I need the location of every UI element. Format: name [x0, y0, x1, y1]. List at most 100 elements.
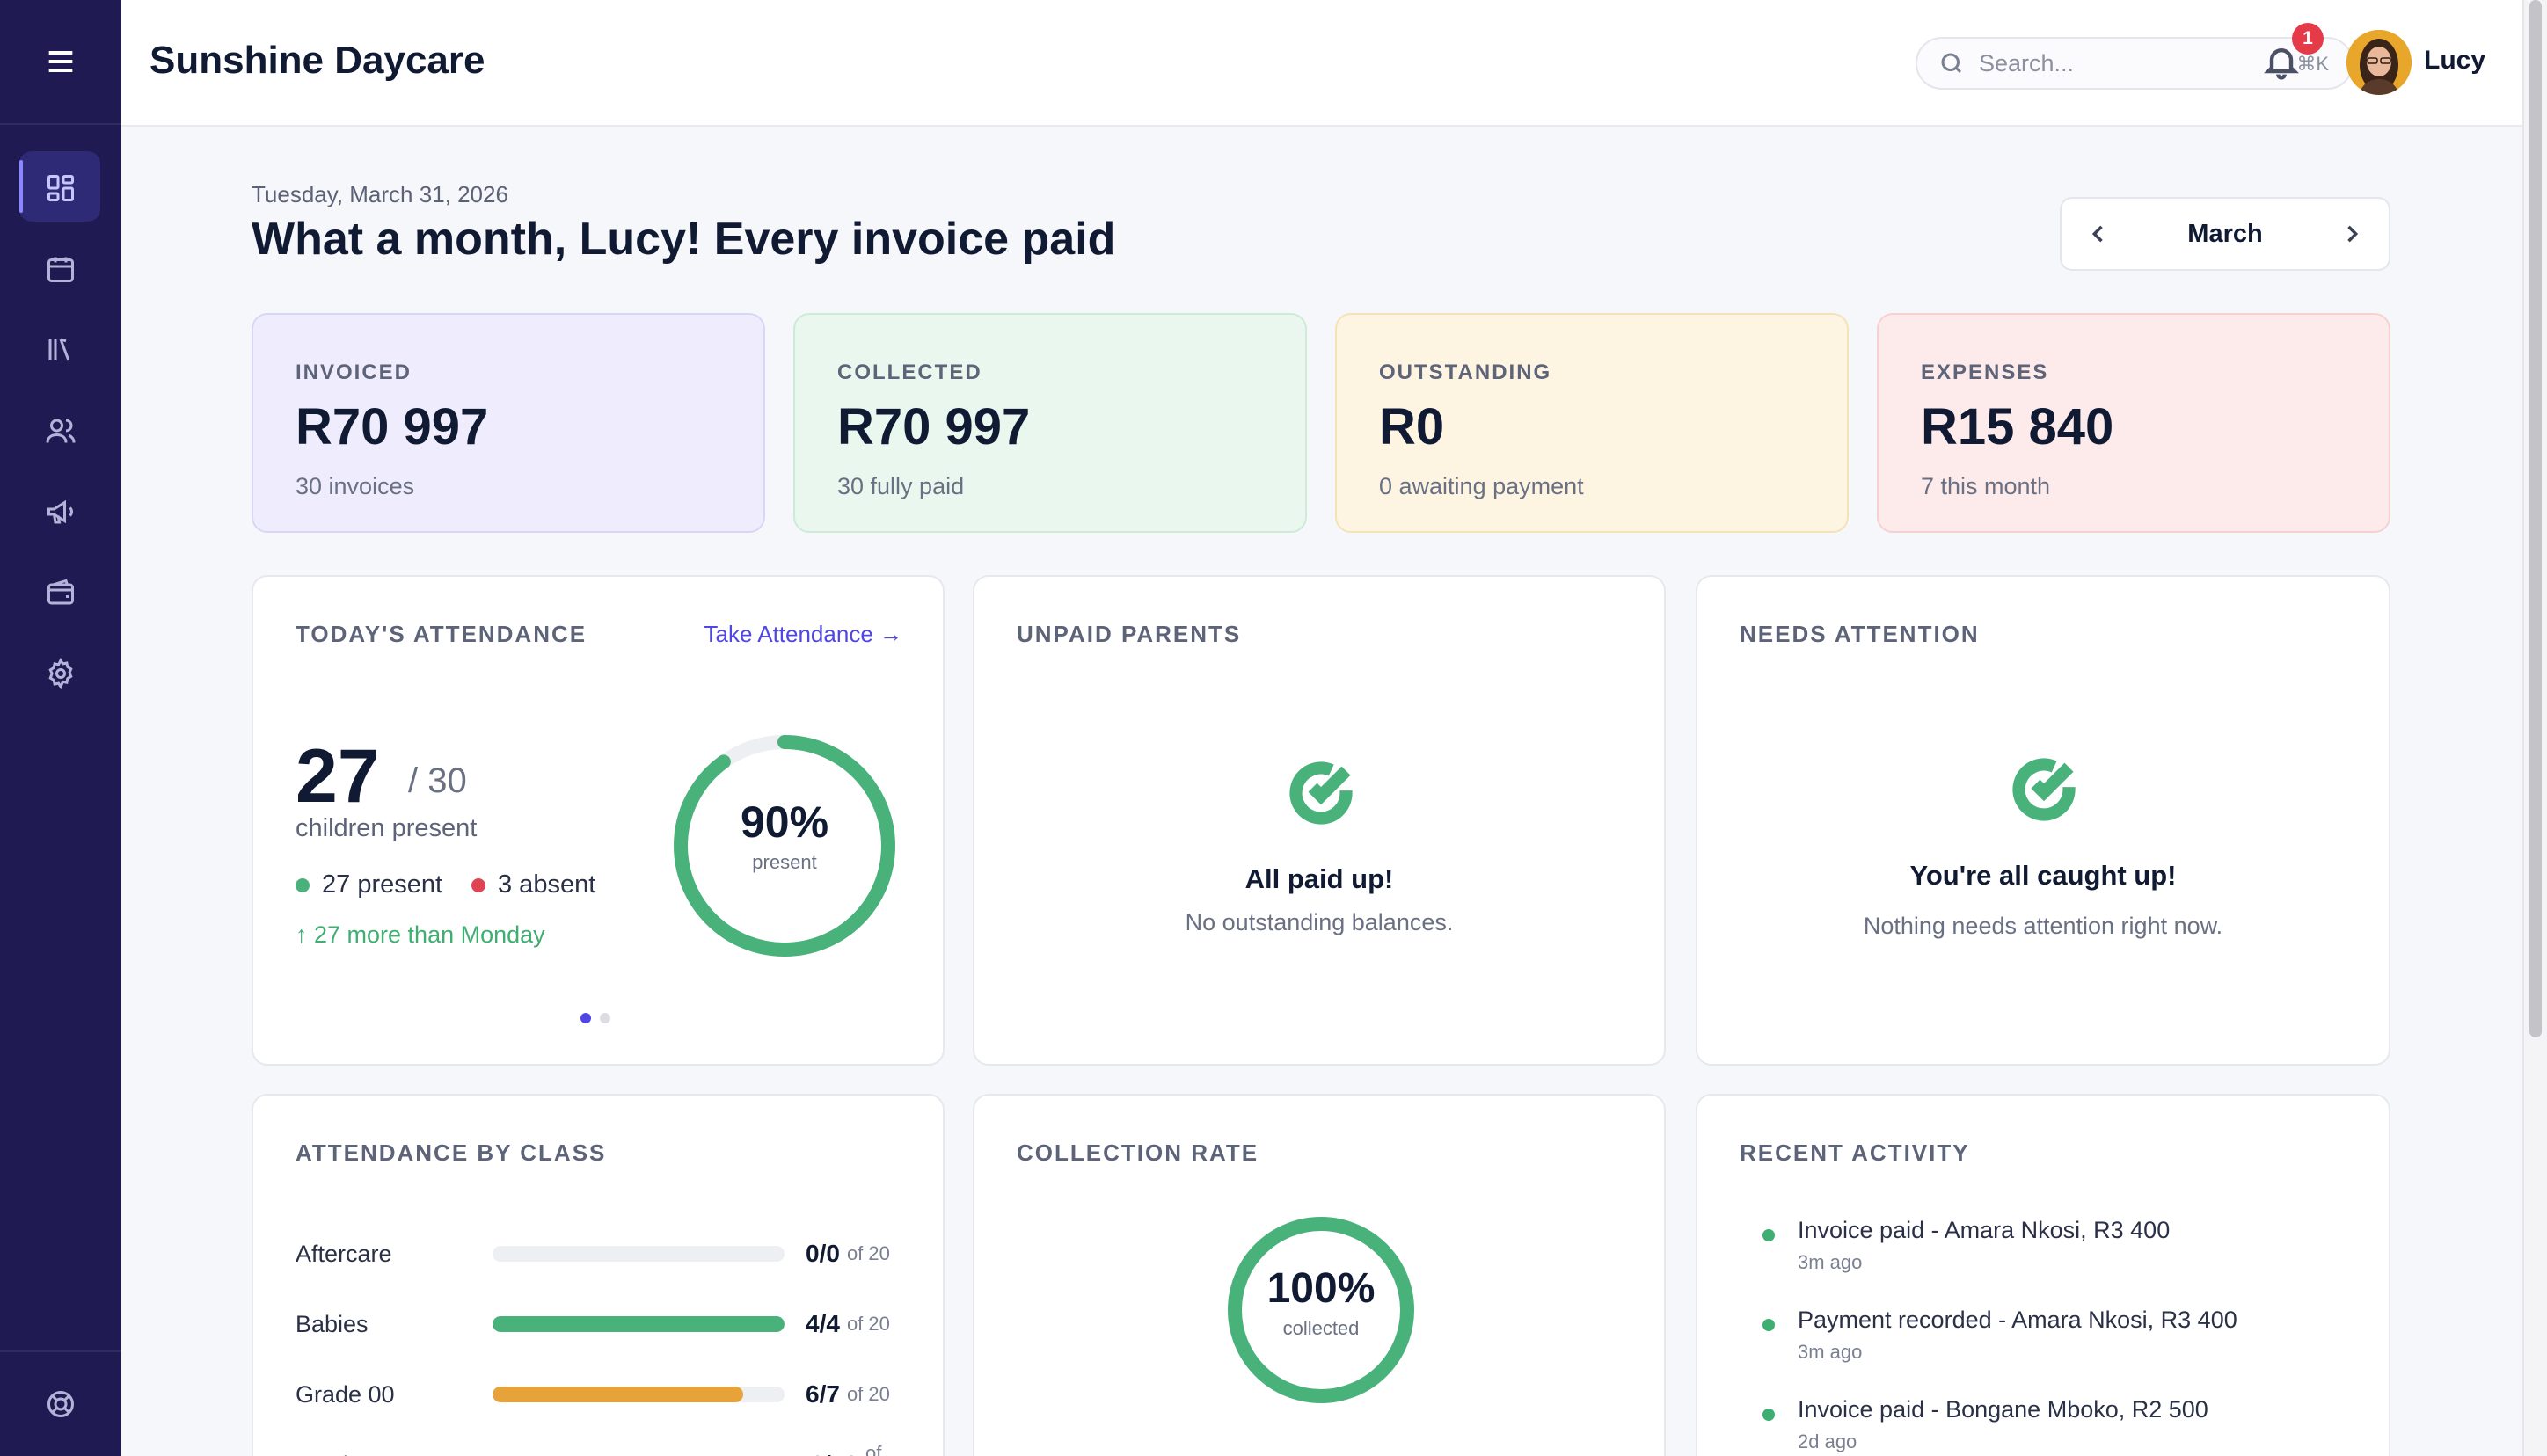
help-lifebuoy-icon: [47, 1391, 74, 1417]
activity-time: 2d ago: [1798, 1431, 1857, 1452]
green-dot-icon: [1762, 1409, 1775, 1421]
avatar[interactable]: [2346, 30, 2412, 95]
class-capacity: of 15: [865, 1442, 882, 1456]
absent-legend: 3 absent: [471, 870, 595, 899]
stat-subtext: 30 fully paid: [837, 473, 965, 499]
chevron-right-icon[interactable]: [2339, 222, 2364, 246]
attendance-percent: 90%: [740, 797, 829, 847]
wallet-icon: [47, 579, 74, 605]
chevron-left-icon[interactable]: [2086, 222, 2111, 246]
search-icon: [1941, 53, 1962, 74]
attendance-trend: ↑ 27 more than Monday: [296, 921, 545, 948]
sidebar-item-finance[interactable]: [0, 552, 121, 633]
scrollbar-thumb[interactable]: [2529, 0, 2542, 1037]
notification-badge: 1: [2292, 23, 2324, 55]
calendar-icon: [47, 257, 74, 282]
month-label: March: [2187, 219, 2263, 248]
red-dot-icon: [471, 877, 485, 892]
pager-dot-active[interactable]: [580, 1013, 591, 1023]
gear-icon: [48, 658, 73, 689]
attendance-by-class-card: ATTENDANCE BY CLASS Aftercare 0/0 of 20 Bab…: [252, 1094, 945, 1456]
help-button[interactable]: [0, 1350, 121, 1456]
class-progress-track: [493, 1316, 785, 1332]
carousel-pager: [580, 1013, 610, 1023]
stat-label: EXPENSES: [1921, 360, 2049, 384]
page-title: What a month, Lucy! Every invoice paid: [252, 214, 1116, 265]
check-circle-icon: [1288, 760, 1354, 826]
stat-label: INVOICED: [296, 360, 412, 384]
attendance-percent-caption: present: [752, 851, 817, 873]
hamburger-menu-icon: [48, 51, 73, 72]
search-input[interactable]: [1979, 49, 2260, 77]
class-progress-fill: [493, 1387, 743, 1402]
sidebar-item-announcements[interactable]: [0, 471, 121, 552]
class-capacity: of 20: [846, 1383, 890, 1405]
menu-toggle-button[interactable]: [0, 0, 121, 125]
sidebar-item-settings[interactable]: [0, 633, 121, 714]
class-capacity: of 20: [846, 1313, 890, 1335]
current-date: Tuesday, March 31, 2026: [252, 181, 508, 207]
green-dot-icon: [296, 877, 310, 892]
take-attendance-link[interactable]: Take Attendance →: [704, 621, 902, 648]
stat-subtext: 0 awaiting payment: [1379, 473, 1584, 499]
card-title: COLLECTION RATE: [1017, 1139, 1259, 1166]
activity-item[interactable]: Invoice paid - Bongane Mboko, R2 500 2d a…: [1762, 1396, 2361, 1453]
class-name: Grade 00: [296, 1380, 395, 1408]
class-capacity: of 20: [846, 1242, 890, 1264]
unpaid-parents-card: UNPAID PARENTS All paid up! No outstandi…: [973, 575, 1666, 1066]
class-name: Babies: [296, 1310, 369, 1337]
stat-value: R70 997: [296, 398, 489, 455]
sidebar: [0, 0, 121, 1456]
activity-time: 3m ago: [1798, 1251, 1863, 1273]
recent-activity-card: RECENT ACTIVITY Invoice paid - Amara Nko…: [1696, 1094, 2390, 1456]
stat-subtext: 30 invoices: [296, 473, 415, 499]
attendance-card: TODAY'S ATTENDANCE Take Attendance → 27 …: [252, 575, 945, 1066]
stat-card-expenses[interactable]: EXPENSES R15 840 7 this month: [1877, 313, 2390, 533]
activity-text: Invoice paid - Bongane Mboko, R2 500: [1798, 1396, 2208, 1423]
activity-item[interactable]: Invoice paid - Amara Nkosi, R3 400 3m ago: [1762, 1217, 2361, 1274]
class-progress-track: [493, 1246, 785, 1262]
user-name[interactable]: Lucy: [2424, 46, 2485, 76]
absent-label: 3 absent: [498, 870, 596, 899]
activity-time: 3m ago: [1798, 1341, 1863, 1363]
card-title: TODAY'S ATTENDANCE: [296, 621, 587, 647]
megaphone-icon: [47, 499, 73, 524]
sidebar-item-library[interactable]: [0, 309, 121, 390]
collection-rate-card: COLLECTION RATE 100% collected: [973, 1094, 1666, 1456]
class-row: Grade 000 10/12 of 15: [296, 1442, 908, 1456]
needs-attention-card: NEEDS ATTENTION You're all caught up! No…: [1696, 575, 2390, 1066]
stat-value: R70 997: [837, 398, 1031, 455]
empty-state-subtitle: No outstanding balances.: [1185, 909, 1454, 935]
month-picker: March: [2060, 197, 2390, 271]
class-count: 10/12: [797, 1451, 858, 1456]
activity-item[interactable]: Payment recorded - Amara Nkosi, R3 400 3m…: [1762, 1307, 2361, 1364]
sidebar-item-calendar[interactable]: [0, 229, 121, 309]
stat-card-invoiced[interactable]: INVOICED R70 997 30 invoices: [252, 313, 765, 533]
dashboard-icon: [47, 175, 74, 201]
sidebar-item-dashboard[interactable]: [0, 148, 121, 229]
stat-value: R15 840: [1921, 398, 2114, 455]
sidebar-item-users[interactable]: [0, 390, 121, 471]
class-count: 4/4: [806, 1310, 840, 1337]
stat-card-collected[interactable]: COLLECTED R70 997 30 fully paid: [793, 313, 1307, 533]
empty-state-title: You're all caught up!: [1909, 860, 2177, 891]
green-dot-icon: [1762, 1229, 1775, 1241]
main-content: Tuesday, March 31, 2026 What a month, Lu…: [121, 127, 2522, 1456]
stat-subtext: 7 this month: [1921, 473, 2051, 499]
card-title: NEEDS ATTENTION: [1740, 621, 1980, 647]
empty-state-subtitle: Nothing needs attention right now.: [1863, 913, 2223, 939]
class-row: Babies 4/4 of 20: [296, 1307, 908, 1342]
pager-dot[interactable]: [600, 1013, 610, 1023]
collection-percent: 100%: [1266, 1265, 1376, 1312]
empty-state-title: All paid up!: [1244, 863, 1394, 894]
page-scrollbar[interactable]: [2522, 0, 2547, 1456]
stat-label: OUTSTANDING: [1379, 360, 1552, 384]
stat-card-outstanding[interactable]: OUTSTANDING R0 0 awaiting payment: [1335, 313, 1849, 533]
class-name: Grade 000: [296, 1452, 489, 1456]
class-count: 0/0: [806, 1240, 840, 1267]
attendance-ring: 90% present: [672, 733, 897, 958]
activity-text: Invoice paid - Amara Nkosi, R3 400: [1798, 1217, 2171, 1243]
class-row: Grade 00 6/7 of 20: [296, 1377, 908, 1412]
check-circle-icon: [2011, 756, 2077, 823]
top-header: Sunshine Daycare ⌘K 1 Lucy: [121, 0, 2522, 127]
